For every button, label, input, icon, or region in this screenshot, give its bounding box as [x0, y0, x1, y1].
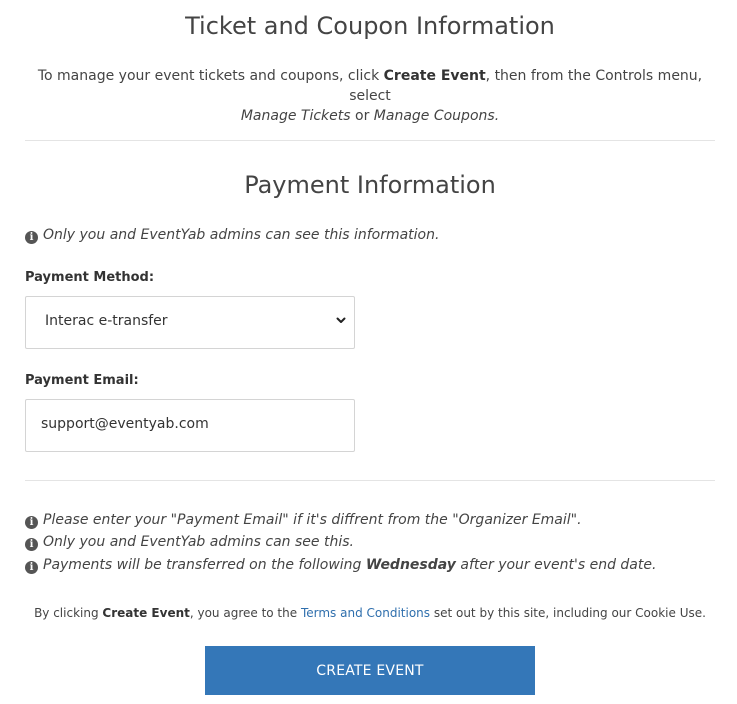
payment-email-input[interactable]: support@eventyab.com — [25, 399, 355, 452]
payment-email-value: support@eventyab.com — [41, 416, 209, 432]
payment-email-label: Payment Email: — [25, 373, 139, 388]
transfer-note-day: Wednesday — [365, 557, 456, 573]
transfer-note-prefix: Payments will be transferred on the foll… — [43, 557, 366, 573]
intro-suffix: . — [494, 108, 500, 124]
payment-info-title: Payment Information — [244, 171, 496, 199]
info-icon: i — [25, 538, 38, 551]
privacy-note: i Only you and EventYab admins can see th… — [25, 225, 439, 245]
section-divider-top — [25, 140, 715, 141]
info-icon: i — [25, 561, 38, 574]
payment-method-value: Interac e-transfer — [45, 313, 168, 329]
terms-agreement-text: By clicking Create Event, you agree to t… — [25, 606, 715, 620]
privacy-note-text: Only you and EventYab admins can see thi… — [43, 227, 440, 243]
intro-manage-coupons: Manage Coupons — [373, 108, 495, 124]
agree-prefix: By clicking — [34, 606, 103, 620]
intro-or: or — [350, 108, 374, 124]
visibility-note-text: Only you and EventYab admins can see thi… — [43, 534, 354, 550]
transfer-schedule-note: i Payments will be transferred on the fol… — [25, 555, 656, 575]
intro-create-event: Create Event — [383, 68, 486, 84]
terms-conditions-link[interactable]: Terms and Conditions — [301, 606, 430, 620]
chevron-down-icon — [336, 317, 346, 323]
ticket-coupon-title: Ticket and Coupon Information — [185, 12, 555, 40]
visibility-note: i Only you and EventYab admins can see th… — [25, 532, 354, 552]
transfer-note-suffix: after your event's end date. — [455, 557, 657, 573]
intro-prefix: To manage your event tickets and coupons… — [37, 68, 384, 84]
payment-method-label: Payment Method: — [25, 270, 155, 285]
agree-mid: , you agree to the — [189, 606, 301, 620]
agree-create-event: Create Event — [102, 606, 190, 620]
info-icon: i — [25, 231, 38, 244]
agree-suffix: set out by this site, including our Cook… — [430, 606, 706, 620]
payment-method-select[interactable]: Interac e-transfer — [25, 296, 355, 349]
ticket-intro-text: To manage your event tickets and coupons… — [25, 66, 715, 126]
info-icon: i — [25, 516, 38, 529]
create-event-button[interactable]: CREATE EVENT — [205, 646, 535, 695]
payment-email-note-text: Please enter your "Payment Email" if it'… — [43, 512, 582, 528]
section-divider-bottom — [25, 480, 715, 481]
payment-email-note: i Please enter your "Payment Email" if it… — [25, 510, 582, 530]
intro-manage-tickets: Manage Tickets — [240, 108, 351, 124]
